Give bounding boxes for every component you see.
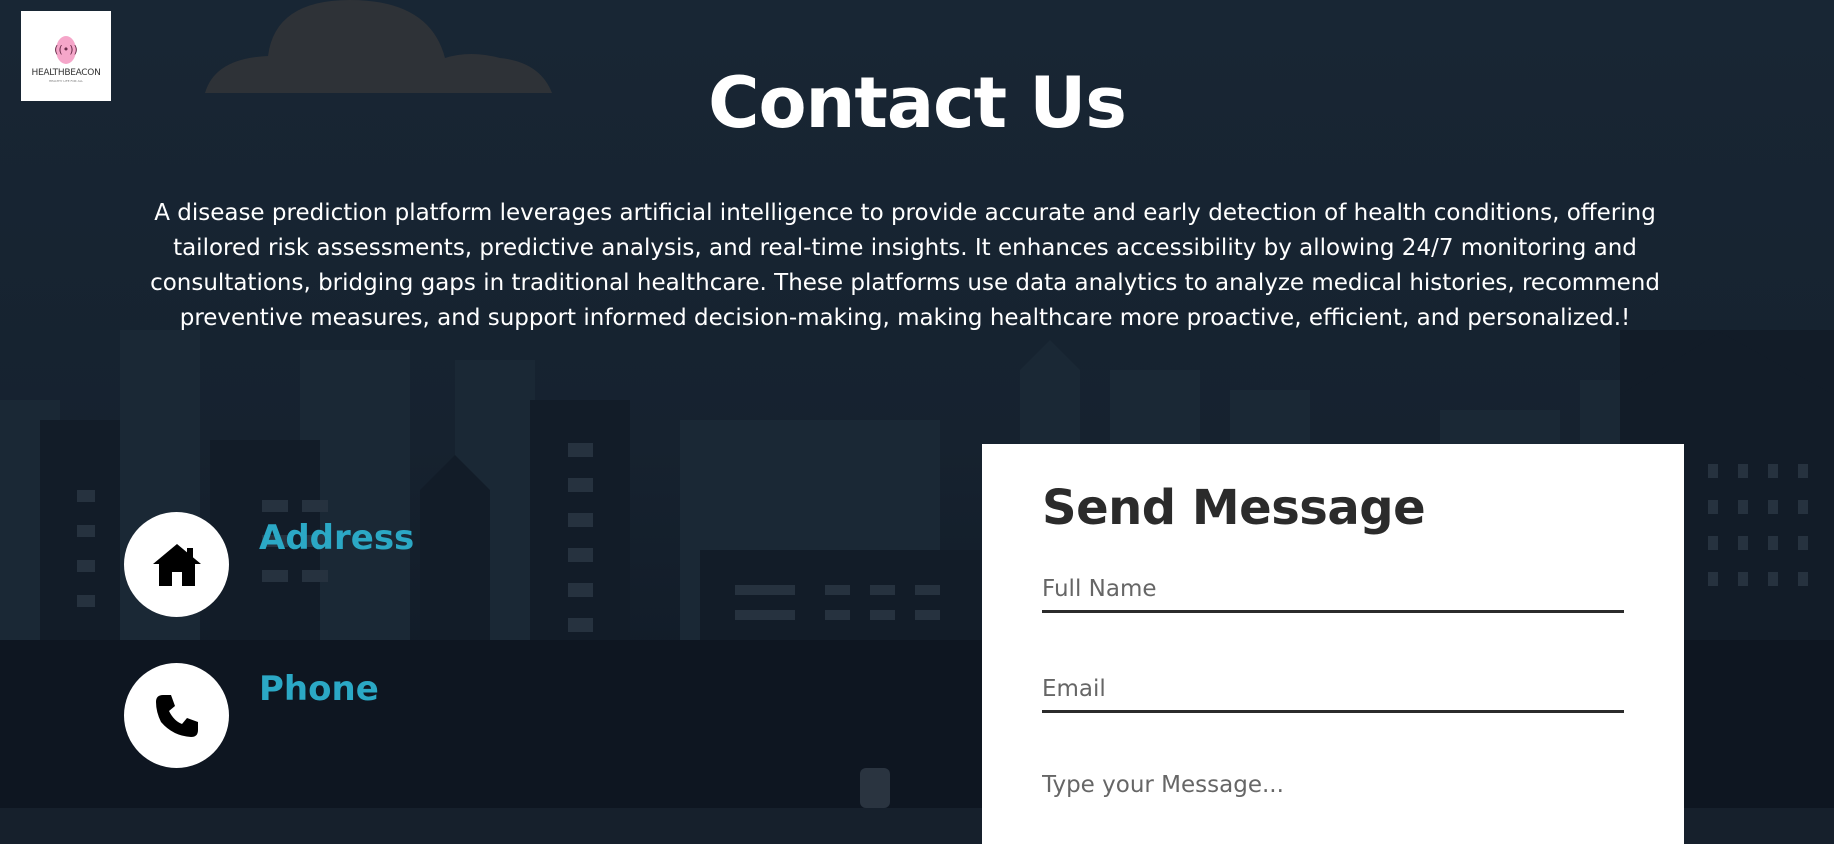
beacon-icon: ((•)) (54, 35, 78, 64)
full-name-field-wrapper (1042, 572, 1624, 613)
contact-info-address: Address (124, 512, 414, 617)
phone-icon (124, 663, 229, 768)
home-icon (124, 512, 229, 617)
email-field-wrapper (1042, 672, 1624, 713)
contact-info-phone: Phone (124, 663, 379, 768)
full-name-input[interactable] (1042, 572, 1624, 606)
intro-description: A disease prediction platform leverages … (150, 200, 1660, 331)
form-title: Send Message (1042, 480, 1426, 536)
send-message-form: Send Message (982, 444, 1684, 844)
phone-label: Phone (259, 669, 379, 709)
message-field-wrapper (1042, 772, 1624, 812)
message-textarea[interactable] (1042, 772, 1624, 812)
page-title: Contact Us (708, 62, 1127, 144)
email-input[interactable] (1042, 672, 1624, 706)
address-label: Address (259, 518, 415, 558)
